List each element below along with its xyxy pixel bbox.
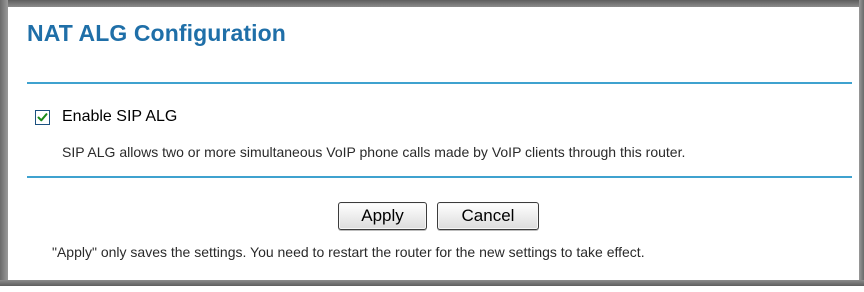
frame-border-right (859, 0, 864, 286)
apply-button[interactable]: Apply (338, 202, 427, 230)
sip-alg-description: SIP ALG allows two or more simultaneous … (62, 144, 686, 160)
divider-top (27, 82, 852, 84)
frame-border-top (0, 0, 864, 7)
checkmark-icon (37, 112, 48, 121)
enable-sip-alg-row[interactable]: Enable SIP ALG (35, 108, 177, 126)
window-frame: NAT ALG Configuration Enable SIP ALG SIP… (0, 0, 864, 292)
divider-bottom (27, 176, 852, 178)
frame-border-left (0, 0, 8, 282)
frame-border-bottom (0, 280, 864, 286)
apply-note: "Apply" only saves the settings. You nee… (52, 244, 645, 260)
enable-sip-alg-checkbox[interactable] (35, 109, 50, 125)
page-title: NAT ALG Configuration (27, 20, 286, 46)
enable-sip-alg-label[interactable]: Enable SIP ALG (62, 108, 177, 126)
cancel-button[interactable]: Cancel (437, 202, 539, 230)
